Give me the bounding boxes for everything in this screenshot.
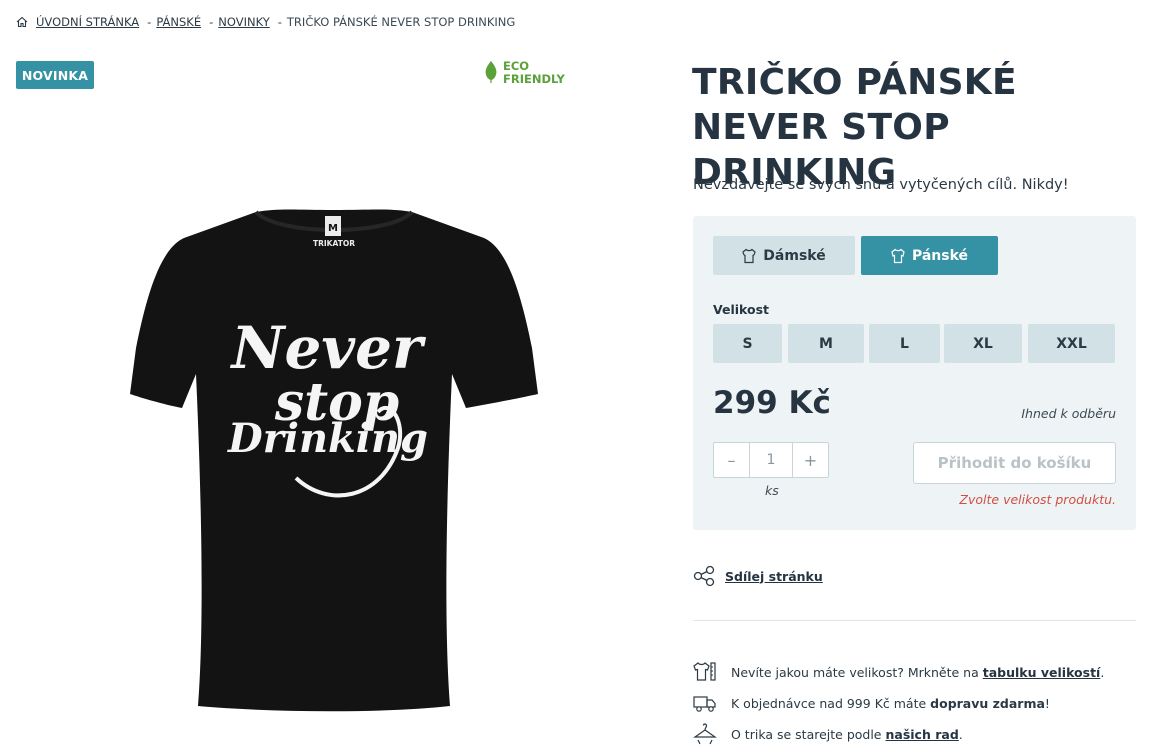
brand-tag-name: TRIKATOR	[313, 239, 355, 248]
brand-tag-letter: M	[328, 223, 338, 234]
hanger-icon	[693, 723, 717, 745]
breadcrumb-separator: -	[277, 15, 282, 29]
share-section: Sdílej stránku	[693, 565, 823, 587]
care-end: .	[958, 726, 963, 742]
breadcrumb-separator: -	[147, 15, 152, 29]
size-chart-text: Nevíte jakou máte velikost? Mrkněte na	[731, 664, 979, 680]
purchase-panel: Dámské Pánské Velikost S M L XL XXL 299 …	[693, 216, 1136, 530]
breadcrumb-mens-link[interactable]: PÁNSKÉ	[156, 15, 201, 29]
breadcrumb-separator: -	[209, 15, 214, 29]
breadcrumb: ÚVODNÍ STRÁNKA - PÁNSKÉ - NOVINKY - TRIČ…	[16, 13, 515, 31]
size-label: Velikost	[713, 302, 770, 317]
share-icon	[693, 565, 715, 587]
women-tshirt-icon	[742, 248, 756, 263]
care-info: O trika se starejte podle našich rad.	[693, 723, 963, 745]
care-tips-link[interactable]: našich rad	[886, 727, 959, 742]
leaf-icon	[485, 61, 497, 83]
shipping-free: dopravu zdarma	[930, 695, 1045, 711]
care-text: O trika se starejte podle	[731, 726, 882, 742]
size-option-xxl[interactable]: XXL	[1028, 324, 1115, 363]
price: 299 Kč	[713, 385, 831, 421]
size-option-l[interactable]: L	[869, 324, 940, 363]
shipping-text: K objednávce nad 999 Kč máte	[731, 695, 927, 711]
variant-men-label: Pánské	[911, 247, 969, 264]
eco-friendly-badge: ECO FRIENDLY	[483, 60, 565, 86]
divider	[693, 620, 1136, 621]
size-option-s[interactable]: S	[713, 324, 782, 363]
eco-label-line2: FRIENDLY	[503, 72, 565, 86]
size-chart-end: .	[1100, 664, 1105, 680]
size-option-m[interactable]: M	[788, 324, 864, 363]
tshirt-ruler-icon	[693, 662, 716, 681]
size-error-message: Zvolte velikost produktu.	[959, 492, 1116, 507]
product-title: TRIČKO PÁNSKÉ NEVER STOP DRINKING	[692, 62, 1017, 193]
men-tshirt-icon	[891, 248, 905, 263]
quantity-unit: ks	[765, 483, 779, 498]
quantity-decrease-button[interactable]: –	[714, 443, 749, 477]
share-page-link[interactable]: Sdílej stránku	[725, 569, 823, 584]
product-subtitle: Nevzdávejte se svých snů a vytyčených cí…	[693, 177, 1069, 193]
new-badge: NOVINKA	[16, 61, 94, 89]
breadcrumb-current: TRIČKO PÁNSKÉ NEVER STOP DRINKING	[286, 15, 516, 29]
size-option-xl[interactable]: XL	[944, 324, 1022, 363]
shipping-info: K objednávce nad 999 Kč máte dopravu zda…	[693, 692, 1050, 714]
variant-men-button[interactable]: Pánské	[861, 236, 998, 275]
product-image[interactable]: M TRIKATOR Never stop Drinking	[128, 208, 540, 713]
shipping-end: !	[1044, 695, 1050, 711]
size-chart-info: Nevíte jakou máte velikost? Mrkněte na t…	[693, 661, 1104, 683]
quantity-stepper: – 1 +	[713, 442, 829, 478]
home-icon[interactable]	[16, 16, 28, 28]
quantity-input[interactable]: 1	[749, 443, 793, 477]
size-chart-link[interactable]: tabulku velikostí	[983, 665, 1101, 680]
delivery-truck-icon	[693, 696, 716, 712]
quantity-increase-button[interactable]: +	[793, 443, 828, 477]
add-to-cart-button[interactable]: Přihodit do košíku	[913, 442, 1116, 484]
stock-status: Ihned k odběru	[1021, 406, 1116, 421]
variant-women-label: Dámské	[763, 247, 826, 264]
variant-women-button[interactable]: Dámské	[713, 236, 855, 275]
breadcrumb-home-link[interactable]: ÚVODNÍ STRÁNKA	[36, 15, 139, 29]
breadcrumb-news-link[interactable]: NOVINKY	[218, 15, 269, 29]
